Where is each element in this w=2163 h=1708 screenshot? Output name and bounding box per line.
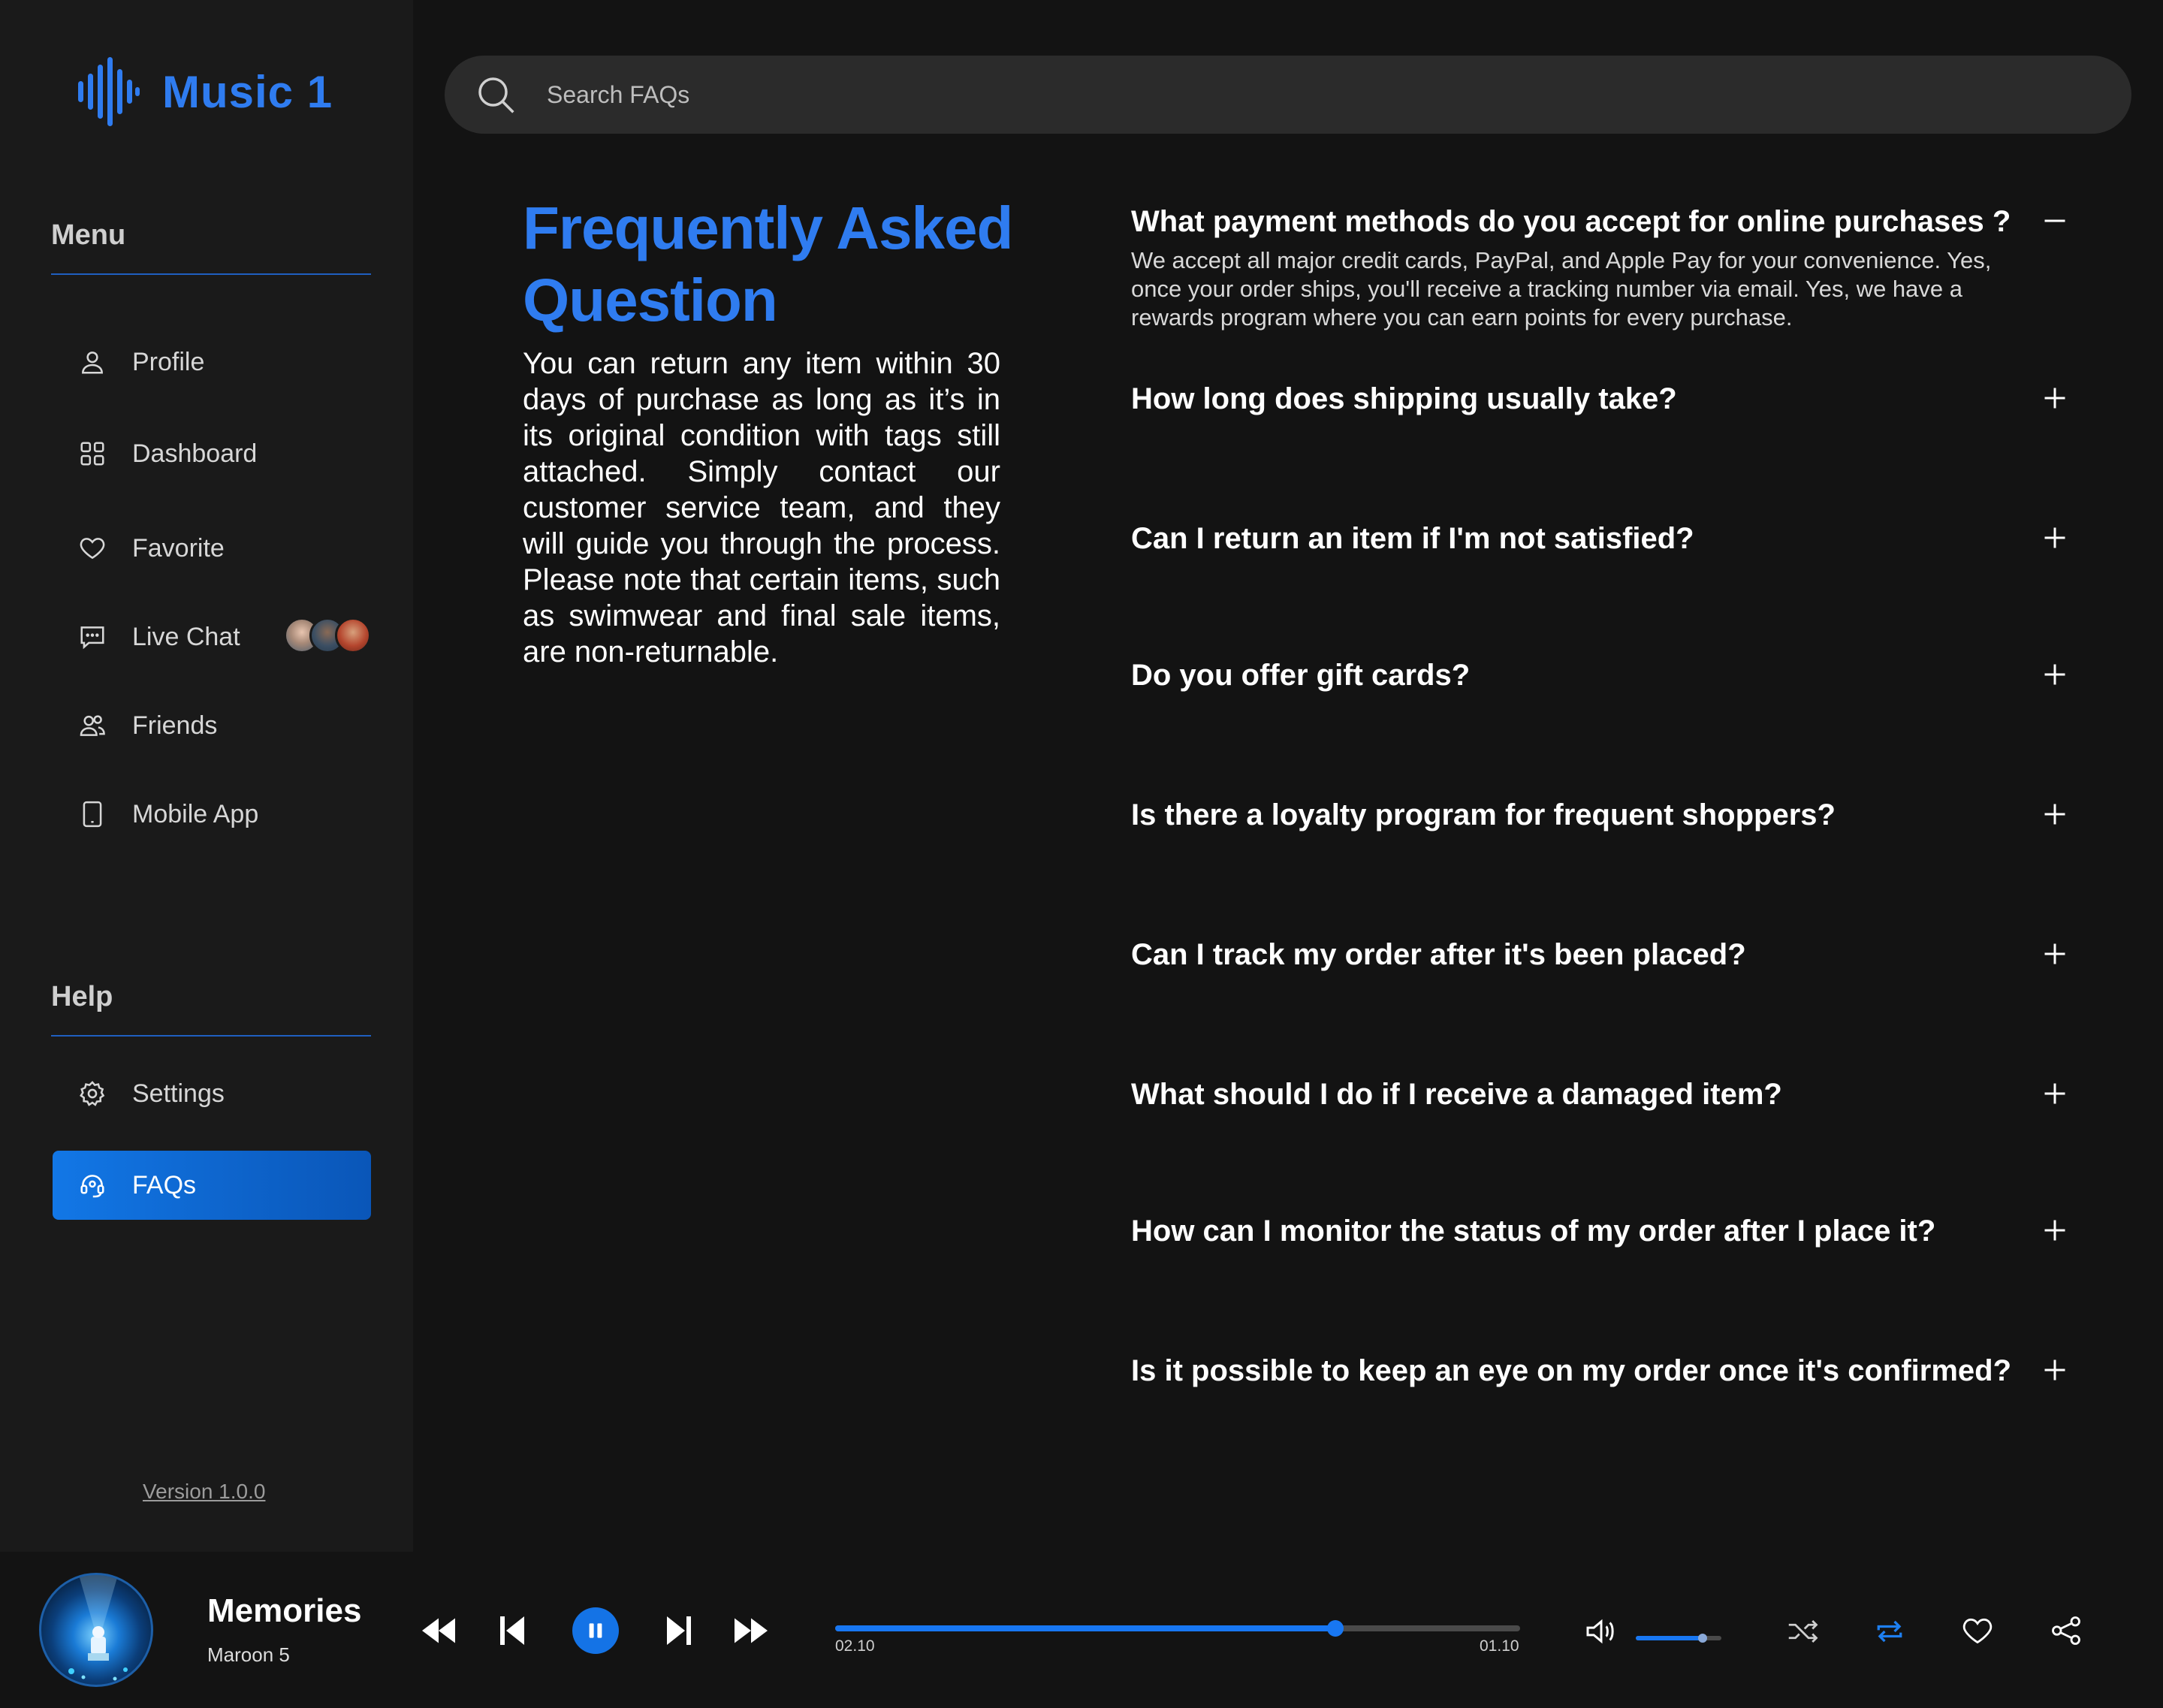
faq-question[interactable]: Is it possible to keep an eye on my orde… [1131,1352,2074,1390]
repeat-icon[interactable] [1875,1618,1905,1645]
volume-handle[interactable] [1697,1634,1707,1643]
faq-question[interactable]: Can I track my order after it's been pla… [1131,936,2074,973]
sidebar-item-favorite[interactable]: Favorite [53,514,371,583]
share-icon[interactable] [2050,1615,2082,1646]
heart-icon[interactable] [1962,1616,1993,1645]
remaining-time: 01.10 [1480,1637,1519,1655]
faq-question[interactable]: How can I monitor the status of my order… [1131,1212,2074,1250]
faq-item[interactable]: Can I return an item if I'm not satisfie… [1131,520,2074,557]
avatar [335,617,371,653]
volume-slider[interactable] [1636,1634,1721,1643]
faq-question[interactable]: How long does shipping usually take? [1131,380,2074,418]
faq-item[interactable]: Is it possible to keep an eye on my orde… [1131,1352,2074,1390]
album-cover[interactable] [39,1573,153,1687]
app-logo[interactable]: Music 1 [77,56,333,128]
minus-icon[interactable] [2041,207,2068,234]
faq-intro-text: You can return any item within 30 days o… [523,347,1000,668]
chat-icon [78,623,107,651]
elapsed-time: 02.10 [835,1637,875,1655]
sidebar-item-friends[interactable]: Friends [53,691,371,760]
volume-icon[interactable] [1585,1618,1618,1645]
headset-icon [78,1171,107,1200]
plus-icon[interactable] [2041,385,2068,412]
grid-icon [78,439,107,468]
page-title: Frequently Asked Question [523,195,1013,333]
volume-fill [1636,1636,1703,1640]
help-divider [51,1035,371,1037]
faq-question[interactable]: What payment methods do you accept for o… [1131,203,2074,240]
search-input[interactable] [547,80,1974,109]
plus-icon[interactable] [2041,524,2068,551]
users-icon [78,711,107,740]
sidebar-item-label: Live Chat [132,622,240,651]
plus-icon[interactable] [2041,661,2068,688]
faq-answer: We accept all major credit cards, PayPal… [1131,247,1992,330]
faq-item[interactable]: Can I track my order after it's been pla… [1131,936,2074,973]
faq-question[interactable]: What should I do if I receive a damaged … [1131,1076,2074,1113]
shuffle-icon[interactable] [1787,1619,1819,1643]
song-title: Memories [207,1592,362,1629]
progress-handle[interactable] [1326,1620,1344,1637]
song-artist: Maroon 5 [207,1643,290,1666]
sidebar-item-live-chat[interactable]: Live Chat [53,602,371,671]
faq-question[interactable]: Is there a loyalty program for frequent … [1131,796,2074,834]
pause-icon [589,1623,602,1638]
faq-question[interactable]: Do you offer gift cards? [1131,656,2074,694]
version-link[interactable]: Version 1.0.0 [143,1480,265,1504]
faq-item[interactable]: Is there a loyalty program for frequent … [1131,796,2074,834]
sidebar-item-label: Mobile App [132,799,259,828]
sidebar-item-label: FAQs [132,1170,197,1200]
faq-item[interactable]: Do you offer gift cards? [1131,656,2074,694]
help-section-title: Help [51,981,113,1012]
plus-icon[interactable] [2041,940,2068,967]
gear-icon [78,1079,107,1108]
progress-fill [835,1625,1335,1631]
online-avatars [284,617,371,653]
user-icon [78,348,107,376]
heart-icon [78,534,107,563]
waveform-logo-icon [78,57,140,126]
plus-icon[interactable] [2041,801,2068,828]
faq-item-expanded[interactable]: What payment methods do you accept for o… [1131,203,2074,332]
sidebar-item-dashboard[interactable]: Dashboard [53,419,371,488]
pause-button[interactable] [572,1607,619,1654]
plus-icon[interactable] [2041,1217,2068,1244]
fast-forward-icon[interactable] [735,1618,768,1643]
sidebar-item-label: Friends [132,711,218,740]
search-bar[interactable] [445,56,2131,134]
faq-item[interactable]: What should I do if I receive a damaged … [1131,1076,2074,1113]
sidebar-item-mobile-app[interactable]: Mobile App [53,780,371,849]
sidebar-item-label: Favorite [132,533,225,563]
search-icon [478,77,514,113]
faq-item[interactable]: How can I monitor the status of my order… [1131,1212,2074,1250]
plus-icon[interactable] [2041,1080,2068,1107]
sidebar-item-faqs[interactable]: FAQs [53,1151,371,1220]
sidebar-item-profile[interactable]: Profile [53,327,371,397]
sidebar-item-label: Dashboard [132,439,258,468]
plus-icon[interactable] [2041,1356,2068,1384]
faq-item[interactable]: How long does shipping usually take? [1131,380,2074,418]
sidebar: Music 1 Menu Profile Dashboard Favorite … [0,0,413,1552]
menu-divider [51,273,371,275]
menu-section-title: Menu [51,219,126,251]
sidebar-item-settings[interactable]: Settings [53,1059,371,1128]
progress-bar[interactable] [835,1620,1520,1637]
next-track-icon[interactable] [667,1616,691,1645]
previous-track-icon[interactable] [500,1616,524,1645]
faq-question[interactable]: Can I return an item if I'm not satisfie… [1131,520,2074,557]
sidebar-item-label: Profile [132,347,205,376]
phone-icon [78,800,107,828]
rewind-icon[interactable] [422,1618,455,1643]
sidebar-item-label: Settings [132,1079,225,1108]
app-name: Music 1 [162,66,333,117]
